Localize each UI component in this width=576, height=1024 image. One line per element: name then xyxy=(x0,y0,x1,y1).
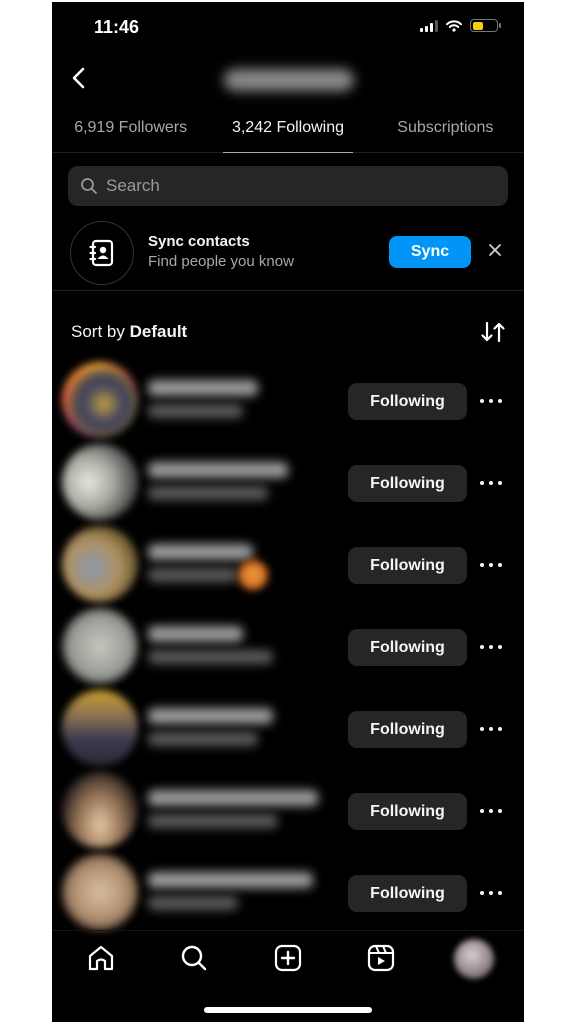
fullname-blurred xyxy=(148,486,268,500)
sort-arrows-icon[interactable] xyxy=(480,320,506,344)
username-blurred[interactable] xyxy=(148,626,243,642)
list-item[interactable]: Following xyxy=(52,360,524,442)
more-options-icon[interactable] xyxy=(480,394,502,408)
tab-followers[interactable]: 6,919 Followers xyxy=(52,107,209,152)
avatar[interactable] xyxy=(62,608,138,684)
sync-contacts-subtitle: Find people you know xyxy=(148,253,294,270)
more-options-icon[interactable] xyxy=(480,804,502,818)
search-icon[interactable] xyxy=(179,943,209,973)
sort-prefix: Sort by xyxy=(71,322,125,341)
profile-username-blurred xyxy=(224,69,354,91)
search-bar[interactable] xyxy=(68,166,508,206)
username-blurred[interactable] xyxy=(148,462,288,478)
battery-fill xyxy=(472,21,483,30)
more-options-icon[interactable] xyxy=(480,558,502,572)
tab-following[interactable]: 3,242 Following xyxy=(209,107,366,153)
search-icon xyxy=(81,178,97,194)
status-time: 11:46 xyxy=(94,17,140,37)
list-item[interactable]: Following xyxy=(52,688,524,770)
chevron-left-icon[interactable] xyxy=(64,63,94,93)
tab-subscriptions[interactable]: Subscriptions xyxy=(367,107,524,152)
sync-contacts-title: Sync contacts xyxy=(148,233,250,250)
sync-contacts-banner: Sync contacts Find people you know Sync xyxy=(52,219,524,291)
bottom-navigation xyxy=(52,930,524,990)
fullname-blurred xyxy=(148,732,258,746)
status-icons xyxy=(420,19,501,32)
sync-button[interactable]: Sync xyxy=(389,236,471,268)
following-button[interactable]: Following xyxy=(348,383,467,420)
following-button[interactable]: Following xyxy=(348,711,467,748)
home-icon[interactable] xyxy=(86,943,116,973)
avatar[interactable] xyxy=(62,854,138,930)
sort-value: Default xyxy=(129,322,188,341)
fullname-blurred xyxy=(148,896,238,910)
reels-icon[interactable] xyxy=(366,943,396,973)
username-blurred[interactable] xyxy=(148,708,273,724)
avatar[interactable] xyxy=(62,690,138,766)
search-input[interactable] xyxy=(106,176,486,196)
create-post-icon[interactable] xyxy=(273,943,303,973)
list-item[interactable]: Following xyxy=(52,442,524,524)
close-icon[interactable] xyxy=(486,241,504,259)
more-options-icon[interactable] xyxy=(480,722,502,736)
fullname-blurred xyxy=(148,814,278,828)
sort-row[interactable]: Sort by Default xyxy=(52,318,524,348)
wifi-icon xyxy=(446,19,462,32)
username-blurred[interactable] xyxy=(148,380,258,396)
more-options-icon[interactable] xyxy=(480,476,502,490)
following-list: Following Following Following Following xyxy=(52,360,524,934)
fullname-blurred xyxy=(148,650,273,664)
header xyxy=(52,57,524,101)
profile-avatar[interactable] xyxy=(454,939,494,979)
list-item[interactable]: Following xyxy=(52,524,524,606)
emoji-blurred xyxy=(238,560,268,590)
contact-book-icon xyxy=(89,239,114,267)
list-item[interactable]: Following xyxy=(52,606,524,688)
tab-bar: 6,919 Followers 3,242 Following Subscrip… xyxy=(52,107,524,153)
username-blurred[interactable] xyxy=(148,790,318,806)
fullname-blurred xyxy=(148,404,243,418)
more-options-icon[interactable] xyxy=(480,640,502,654)
contact-book-icon-container xyxy=(70,221,134,285)
following-button[interactable]: Following xyxy=(348,793,467,830)
list-item[interactable]: Following xyxy=(52,852,524,934)
phone-screen: 11:46 6,919 Followers 3,242 Following Su… xyxy=(52,2,524,1022)
avatar[interactable] xyxy=(62,526,138,602)
cellular-signal-icon xyxy=(420,19,438,32)
following-button[interactable]: Following xyxy=(348,875,467,912)
status-bar: 11:46 xyxy=(52,2,524,52)
home-indicator[interactable] xyxy=(204,1007,372,1013)
username-blurred[interactable] xyxy=(148,872,313,888)
more-options-icon[interactable] xyxy=(480,886,502,900)
battery-icon xyxy=(470,19,501,32)
username-blurred[interactable] xyxy=(148,544,253,560)
following-button[interactable]: Following xyxy=(348,629,467,666)
sort-label[interactable]: Sort by Default xyxy=(71,322,187,342)
following-button[interactable]: Following xyxy=(348,465,467,502)
avatar[interactable] xyxy=(62,444,138,520)
fullname-blurred xyxy=(148,568,238,582)
avatar[interactable] xyxy=(62,362,138,438)
avatar[interactable] xyxy=(62,772,138,848)
list-item[interactable]: Following xyxy=(52,770,524,852)
following-button[interactable]: Following xyxy=(348,547,467,584)
